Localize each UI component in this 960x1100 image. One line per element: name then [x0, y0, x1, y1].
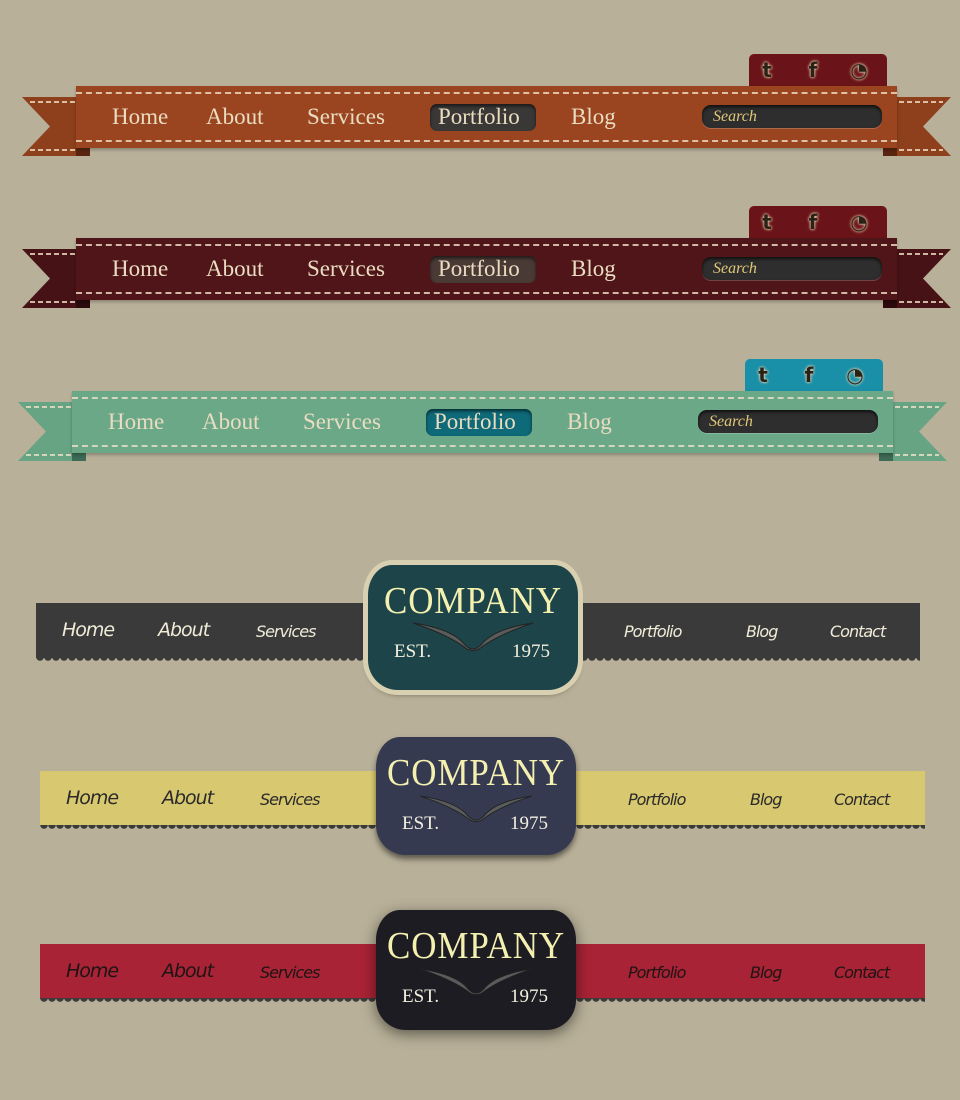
nav-item-portfolio[interactable]: Portfolio — [438, 104, 520, 130]
search-placeholder: Search — [713, 260, 757, 277]
nav-item-about[interactable]: About — [206, 104, 264, 130]
nav-item-blog[interactable]: Blog — [750, 790, 782, 809]
ribbon-nav: t f ◔ Home About Services Portfolio Blog Search — [0, 359, 956, 469]
ribbon-fold — [883, 148, 897, 156]
badge-title: COMPANY — [386, 925, 566, 967]
search-placeholder: Search — [709, 413, 753, 430]
nav-item-blog[interactable]: Blog — [567, 409, 612, 435]
badge-title: COMPANY — [383, 580, 563, 622]
nav-item-services[interactable]: Services — [307, 104, 385, 130]
nav-item-services[interactable]: Services — [303, 409, 381, 435]
ribbon-fold — [76, 148, 90, 156]
company-badge[interactable]: COMPANY EST. 1975 — [376, 737, 576, 855]
nav-item-about[interactable]: About — [158, 619, 210, 641]
nav-item-about[interactable]: About — [202, 409, 260, 435]
nav-item-blog[interactable]: Blog — [571, 104, 616, 130]
nav-item-portfolio[interactable]: Portfolio — [434, 409, 516, 435]
nav-item-services[interactable]: Services — [260, 963, 320, 982]
ribbon-nav: t f ◔ Home About Services Portfolio Blog Search — [0, 206, 960, 316]
nav-item-contact[interactable]: Contact — [834, 790, 890, 809]
facebook-icon[interactable]: f — [801, 210, 825, 234]
nav-item-about[interactable]: About — [162, 787, 214, 809]
search-input[interactable]: Search — [702, 105, 882, 128]
search-input[interactable]: Search — [702, 257, 882, 280]
nav-item-services[interactable]: Services — [260, 790, 320, 809]
nav-item-blog[interactable]: Blog — [750, 963, 782, 982]
nav-item-home[interactable]: Home — [108, 409, 164, 435]
nav-item-home[interactable]: Home — [66, 787, 119, 809]
twitter-icon[interactable]: t — [755, 210, 779, 234]
rss-icon[interactable]: ◔ — [847, 210, 871, 234]
nav-item-blog[interactable]: Blog — [571, 256, 616, 282]
nav-item-contact[interactable]: Contact — [830, 622, 886, 641]
nav-item-services[interactable]: Services — [256, 622, 316, 641]
nav-item-portfolio[interactable]: Portfolio — [628, 963, 686, 982]
company-badge[interactable]: COMPANY EST. 1975 — [368, 565, 578, 690]
facebook-icon[interactable]: f — [797, 363, 821, 387]
twitter-icon[interactable]: t — [755, 58, 779, 82]
badge-est: EST. — [402, 813, 440, 834]
badge-title: COMPANY — [386, 752, 566, 794]
ribbon-fold — [76, 300, 90, 308]
nav-item-about[interactable]: About — [206, 256, 264, 282]
badge-est: EST. — [394, 641, 432, 662]
nav-item-home[interactable]: Home — [112, 104, 168, 130]
ribbon-fold — [883, 300, 897, 308]
search-placeholder: Search — [713, 108, 757, 125]
nav-item-portfolio[interactable]: Portfolio — [438, 256, 520, 282]
ribbon-fold — [879, 453, 893, 461]
badge-year: 1975 — [510, 813, 548, 834]
social-tab: t f ◔ — [745, 359, 883, 391]
nav-item-blog[interactable]: Blog — [746, 622, 778, 641]
search-input[interactable]: Search — [698, 410, 878, 433]
badge-year: 1975 — [512, 641, 550, 662]
nav-item-home[interactable]: Home — [112, 256, 168, 282]
facebook-icon[interactable]: f — [801, 58, 825, 82]
ribbon-nav: t f ◔ Home About Services Portfolio Blog Search — [0, 54, 960, 164]
company-badge[interactable]: COMPANY EST. 1975 — [376, 910, 576, 1030]
twitter-icon[interactable]: t — [751, 363, 775, 387]
nav-item-contact[interactable]: Contact — [834, 963, 890, 982]
nav-item-services[interactable]: Services — [307, 256, 385, 282]
badge-est: EST. — [402, 986, 440, 1007]
rss-icon[interactable]: ◔ — [847, 58, 871, 82]
social-tab: t f ◔ — [749, 206, 887, 238]
nav-item-about[interactable]: About — [162, 960, 214, 982]
ribbon-fold — [72, 453, 86, 461]
nav-item-home[interactable]: Home — [62, 619, 115, 641]
badge-year: 1975 — [510, 986, 548, 1007]
nav-item-portfolio[interactable]: Portfolio — [624, 622, 682, 641]
nav-item-home[interactable]: Home — [66, 960, 119, 982]
nav-item-portfolio[interactable]: Portfolio — [628, 790, 686, 809]
rss-icon[interactable]: ◔ — [843, 363, 867, 387]
social-tab: t f ◔ — [749, 54, 887, 86]
